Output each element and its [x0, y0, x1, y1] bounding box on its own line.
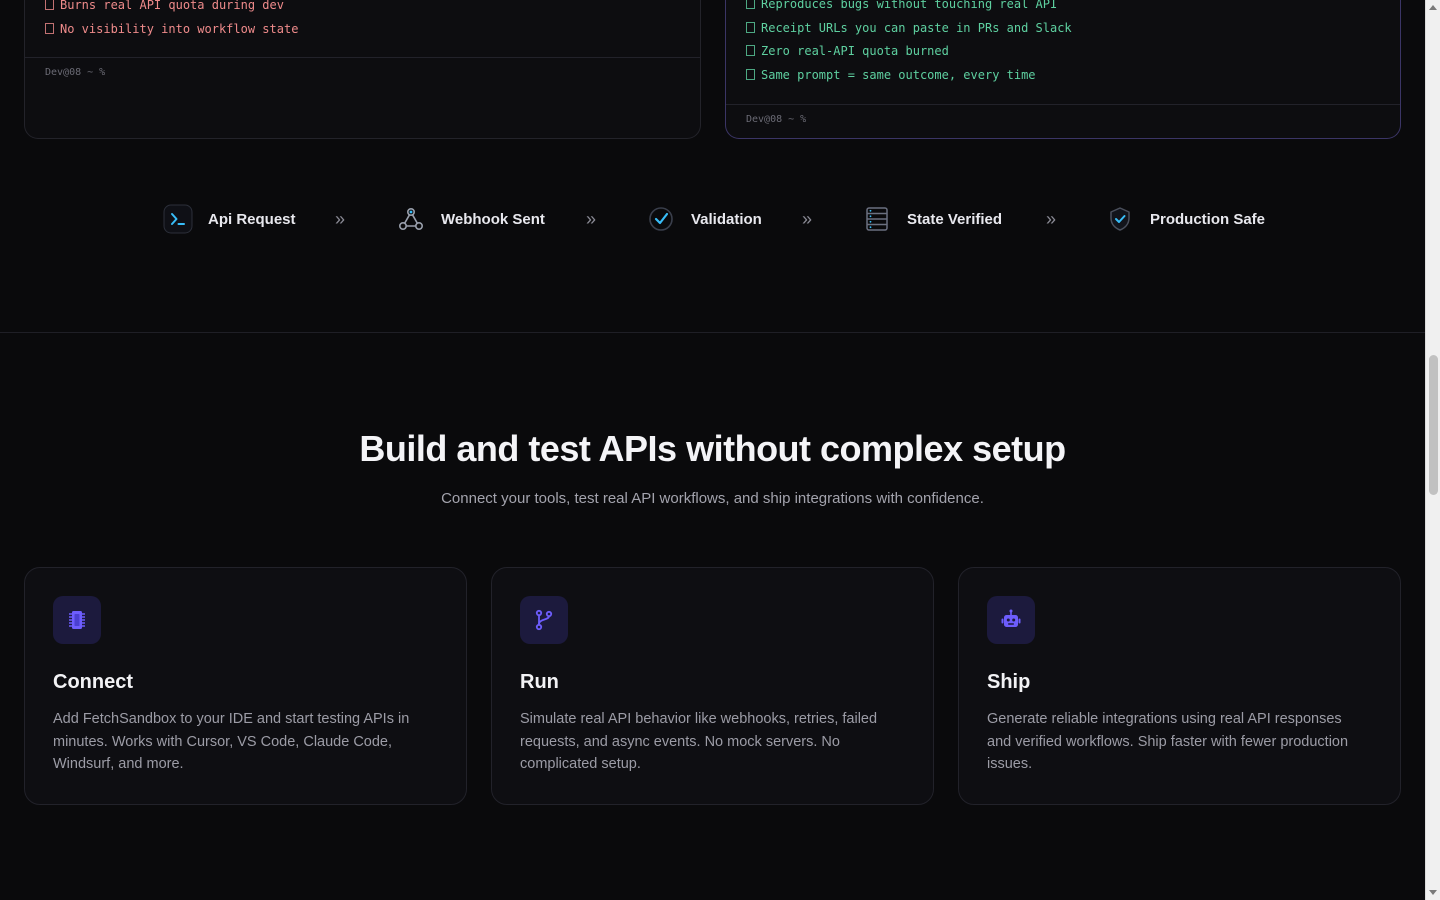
terminal-line: Reproduces bugs without touching real AP… — [746, 0, 1380, 17]
missing-glyph-icon — [746, 45, 755, 56]
webhook-icon — [395, 203, 427, 235]
pipeline-step-label: Validation — [691, 210, 762, 228]
workflow-pipeline: Api Request » Webhook Sent » Validation … — [0, 200, 1425, 238]
card-description: Generate reliable integrations using rea… — [987, 711, 1349, 772]
card-description: Add FetchSandbox to your IDE and start t… — [53, 711, 410, 772]
pipeline-step-label: State Verified — [907, 210, 1003, 228]
pipeline-step-production-safe: Production Safe — [1104, 200, 1265, 238]
missing-glyph-icon — [45, 22, 54, 34]
page-scrollbar[interactable] — [1425, 0, 1440, 900]
section-divider — [0, 332, 1425, 333]
terminal-line: No visibility into workflow state — [45, 18, 680, 42]
section-heading: Build and test APIs without complex setu… — [359, 428, 1066, 469]
double-chevron-right-icon: » — [1046, 209, 1057, 229]
chip-icon — [53, 596, 101, 644]
pipeline-step-label: Production Safe — [1150, 210, 1266, 228]
terminal-line: Receipt URLs you can paste in PRs and Sl… — [746, 17, 1380, 41]
missing-glyph-icon — [746, 68, 755, 80]
card-title: Ship — [987, 671, 1031, 693]
feature-card-connect: Connect Add FetchSandbox to your IDE and… — [24, 567, 467, 805]
card-title: Connect — [53, 671, 133, 693]
git-branch-icon — [520, 596, 568, 644]
feature-card-ship: Ship Generate reliable integrations usin… — [958, 567, 1401, 805]
problem-terminal: Burns real API quota during dev No visib… — [24, 0, 701, 139]
feature-card-run: Run Simulate real API behavior like webh… — [491, 567, 934, 805]
card-title: Run — [520, 671, 559, 693]
missing-glyph-icon — [746, 21, 755, 33]
card-description: Simulate real API behavior like webhooks… — [520, 711, 878, 772]
terminal-divider — [25, 57, 700, 58]
robot-icon — [987, 596, 1035, 644]
scroll-up-arrow-icon[interactable] — [1429, 5, 1437, 10]
double-chevron-right-icon: » — [586, 209, 597, 229]
terminal-prompt: Dev@08 ~ % — [746, 114, 807, 125]
shield-check-icon — [1104, 203, 1136, 235]
pipeline-step-label: Webhook Sent — [441, 210, 545, 228]
terminal-line: Same prompt = same outcome, every time — [746, 64, 1380, 88]
scrollbar-thumb[interactable] — [1429, 355, 1438, 495]
pipeline-step-validation: Validation — [645, 200, 762, 238]
pipeline-step-api-request: Api Request — [162, 200, 296, 238]
terminal-line: Zero real-API quota burned — [746, 40, 1380, 64]
terminal-prompt: Dev@08 ~ % — [45, 67, 106, 78]
missing-glyph-icon — [746, 0, 755, 9]
missing-glyph-icon — [45, 0, 54, 10]
terminal-line: Burns real API quota during dev — [45, 0, 680, 18]
solution-terminal: Reproduces bugs without touching real AP… — [725, 0, 1401, 139]
database-icon — [861, 203, 893, 235]
double-chevron-right-icon: » — [802, 209, 813, 229]
section-subheading: Connect your tools, test real API workfl… — [441, 490, 984, 507]
double-chevron-right-icon: » — [335, 209, 346, 229]
check-circle-icon — [645, 203, 677, 235]
pipeline-step-webhook-sent: Webhook Sent — [395, 200, 545, 238]
pipeline-step-label: Api Request — [208, 210, 296, 228]
terminal-icon — [162, 203, 194, 235]
scroll-down-arrow-icon[interactable] — [1429, 890, 1437, 895]
terminal-divider — [726, 104, 1400, 105]
pipeline-step-state-verified: State Verified — [861, 200, 1002, 238]
